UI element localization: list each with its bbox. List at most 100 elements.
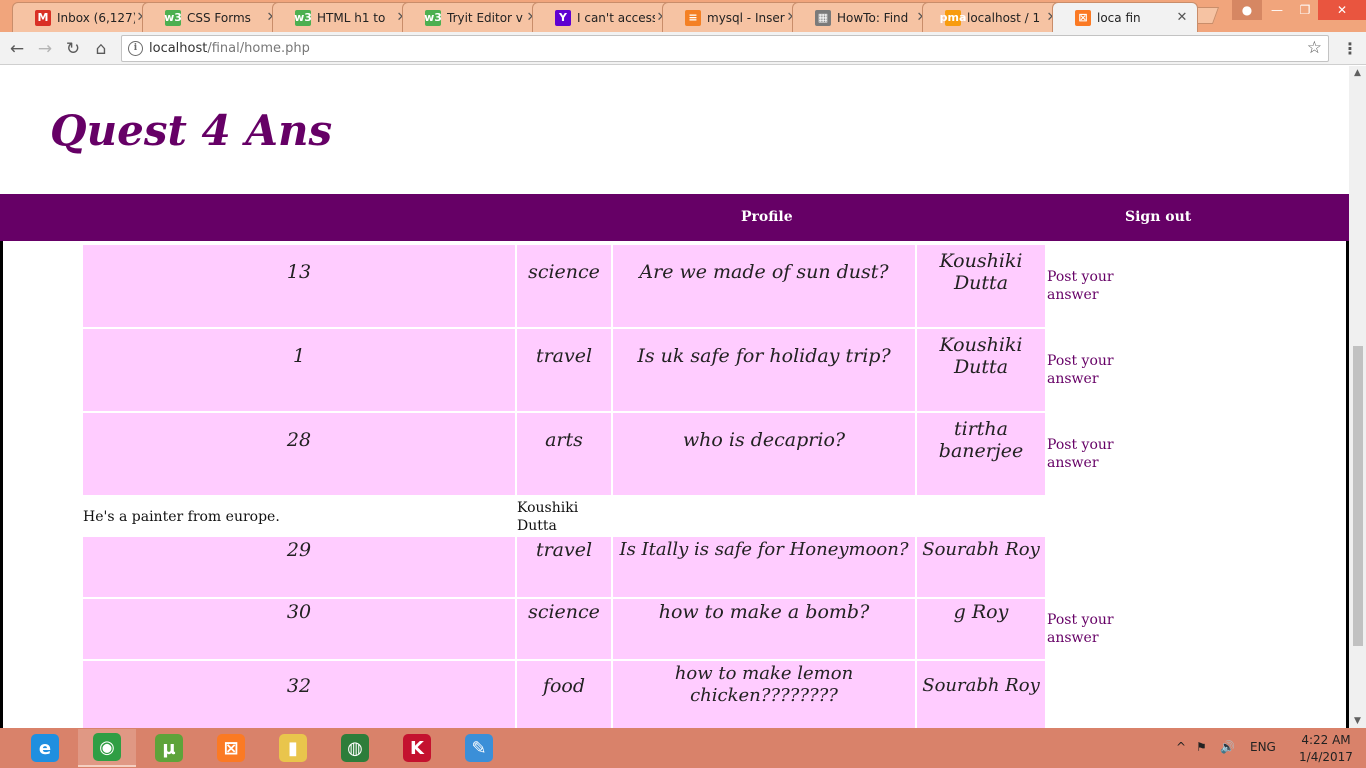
post-answer-link[interactable]: Post your answer — [1047, 268, 1137, 304]
question-text-cell: who is decaprio? — [613, 413, 915, 495]
language-indicator[interactable]: ENG — [1250, 740, 1276, 754]
category-cell: travel — [517, 537, 611, 597]
w3schools-icon: w3 — [164, 9, 182, 26]
kaspersky-icon: K — [403, 734, 431, 762]
internet-explorer-icon: e — [31, 734, 59, 762]
tab-title: HowTo: Find — [837, 10, 909, 25]
question-id-cell: 29 — [83, 537, 515, 597]
scroll-thumb[interactable] — [1353, 346, 1363, 646]
phpmyadmin-icon: pma — [939, 9, 967, 26]
category-cell: arts — [517, 413, 611, 495]
post-answer-link[interactable]: Post your answer — [1047, 352, 1137, 388]
scroll-down-arrow-icon[interactable]: ▼ — [1349, 716, 1366, 726]
clock-date[interactable]: 1/4/2017 — [1294, 750, 1358, 764]
author-cell: Koushiki Dutta — [917, 245, 1045, 327]
taskbar-app-button[interactable]: ⊠ — [202, 729, 260, 767]
question-text-cell: how to make a bomb? — [613, 599, 915, 659]
vertical-scrollbar[interactable]: ▲ ▼ — [1349, 66, 1366, 728]
nav-bar: Profile Sign out — [0, 194, 1349, 241]
volume-icon[interactable]: 🔊 — [1220, 740, 1235, 754]
author-cell: Sourabh Roy — [917, 537, 1045, 597]
answer-author: Koushiki Dutta — [517, 500, 579, 534]
grid-icon: ▦ — [815, 9, 831, 26]
xampp-icon: ⊠ — [217, 734, 245, 762]
info-icon[interactable]: i — [128, 41, 143, 56]
tab-title: loca fin — [1097, 10, 1141, 25]
category-cell: travel — [517, 329, 611, 411]
browser-tab[interactable]: ≡mysql - Inser✕ — [662, 2, 808, 32]
question-id-cell: 1 — [83, 329, 515, 411]
tab-title: CSS Forms — [187, 10, 251, 25]
taskbar-app-button[interactable]: K — [388, 729, 446, 767]
sign-out-link[interactable]: Sign out — [1125, 209, 1191, 225]
post-answer-link[interactable]: Post your answer — [1047, 611, 1137, 647]
question-id-cell: 28 — [83, 413, 515, 495]
address-bar[interactable]: i localhost/final/home.php ☆ — [121, 35, 1329, 62]
browser-tab[interactable]: ▦HowTo: Find✕ — [792, 2, 938, 32]
taskbar-app-button[interactable]: ▮ — [264, 729, 322, 767]
restore-button[interactable]: ❐ — [1290, 0, 1320, 20]
tab-strip: M Inbox (6,127) ✕ w3 CSS Forms ✕ w3HTML h1 to✕… — [0, 0, 1366, 32]
taskbar-app-button[interactable]: ◉ — [78, 729, 136, 767]
page-viewport: Quest 4 Ans Profile Sign out 13 science … — [0, 66, 1349, 728]
author-cell: Sourabh Roy — [917, 661, 1045, 728]
minimize-button[interactable]: — — [1262, 0, 1292, 20]
category-cell: science — [517, 599, 611, 659]
taskbar-app-button[interactable]: e — [16, 729, 74, 767]
category-cell: science — [517, 245, 611, 327]
browser-tab[interactable]: ⊠ loca fin ✕ — [1052, 2, 1198, 32]
home-icon[interactable]: ⌂ — [90, 38, 112, 60]
category-cell: food — [517, 661, 611, 728]
taskbar-app-button[interactable]: ◍ — [326, 729, 384, 767]
browser-tab[interactable]: w3Tryit Editor v✕ — [402, 2, 548, 32]
answer-text: He's a painter from europe. — [83, 509, 280, 525]
bookmark-star-icon[interactable]: ☆ — [1307, 38, 1322, 58]
reload-icon[interactable]: ↻ — [62, 38, 84, 60]
post-answer-link[interactable]: Post your answer — [1047, 436, 1137, 472]
tab-title: mysql - Inser — [707, 10, 785, 25]
tab-title: Inbox (6,127) — [57, 10, 135, 25]
questions-table: 13 science Are we made of sun dust? Kous… — [0, 241, 1349, 728]
stackoverflow-icon: ≡ — [685, 9, 701, 26]
question-id-cell: 13 — [83, 245, 515, 327]
clock-time[interactable]: 4:22 AM — [1294, 733, 1358, 747]
author-cell: Koushiki Dutta — [917, 329, 1045, 411]
yahoo-icon: Y — [555, 9, 571, 26]
profile-user-icon[interactable]: ● — [1232, 0, 1262, 20]
browser-tab[interactable]: MInbox (6,127)✕ — [12, 2, 158, 32]
question-id-cell: 32 — [83, 661, 515, 728]
question-text-cell: how to make lemon chicken???????? — [613, 661, 915, 728]
show-hidden-icons-icon[interactable]: ^ — [1176, 740, 1186, 754]
utorrent-icon: µ — [155, 734, 183, 762]
gmail-icon: M — [35, 9, 51, 26]
tab-title: localhost / 1 — [967, 10, 1041, 25]
taskbar: ^ ⚑ 🔊 ENG 4:22 AM 1/4/2017 e ◉ µ ⊠ ▮ ◍ K ✎ — [0, 728, 1366, 768]
chrome-icon: ◉ — [93, 733, 121, 761]
taskbar-app-button[interactable]: ✎ — [450, 729, 508, 767]
tab-title: HTML h1 to — [317, 10, 386, 25]
browser-tab[interactable]: YI can't access✕ — [532, 2, 678, 32]
flag-icon[interactable]: ⚑ — [1196, 740, 1207, 754]
taskbar-app-button[interactable]: µ — [140, 729, 198, 767]
browser-tab[interactable]: pmalocalhost / 1✕ — [922, 2, 1068, 32]
back-arrow-icon[interactable]: ← — [6, 38, 28, 60]
file-explorer-icon: ▮ — [279, 734, 307, 762]
profile-link[interactable]: Profile — [741, 209, 793, 225]
author-cell: tirtha banerjee — [917, 413, 1045, 495]
browser-tab[interactable]: w3HTML h1 to✕ — [272, 2, 418, 32]
forward-arrow-icon[interactable]: → — [34, 38, 56, 60]
browser-tab[interactable]: w3CSS Forms✕ — [142, 2, 288, 32]
url-host: localhost — [149, 41, 208, 56]
question-text-cell: Are we made of sun dust? — [613, 245, 915, 327]
question-text-cell: Is Itally is safe for Honeymoon? — [613, 537, 915, 597]
tab-close-icon[interactable]: ✕ — [1175, 10, 1189, 25]
paint-icon: ✎ — [465, 734, 493, 762]
xampp-icon: ⊠ — [1075, 9, 1091, 26]
close-window-button[interactable]: ✕ — [1318, 0, 1366, 20]
question-text-cell: Is uk safe for holiday trip? — [613, 329, 915, 411]
scroll-up-arrow-icon[interactable]: ▲ — [1349, 68, 1366, 78]
url-text[interactable]: localhost/final/home.php — [149, 41, 310, 56]
tab-title: I can't access — [577, 10, 655, 25]
w3schools-icon: w3 — [424, 9, 442, 26]
menu-icon[interactable]: ⋮ — [1342, 39, 1358, 58]
